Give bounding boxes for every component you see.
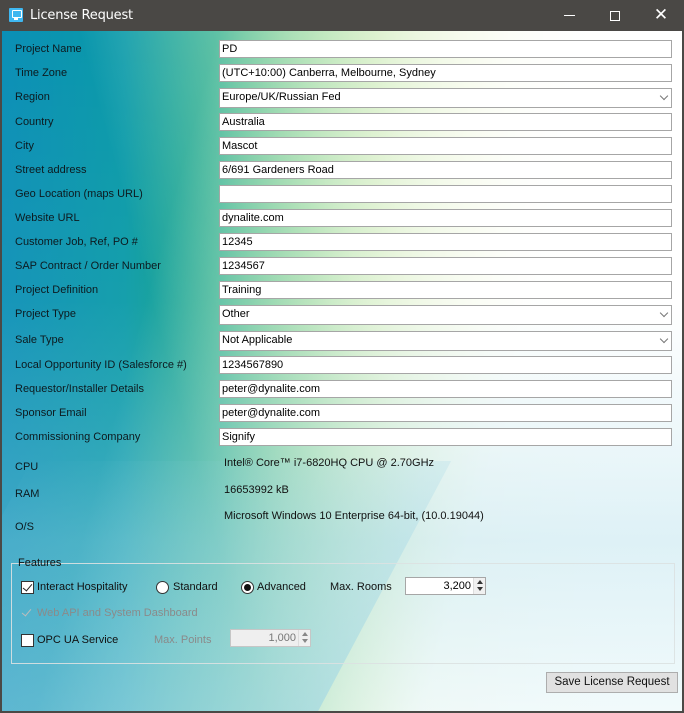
chevron-down-icon[interactable] <box>659 334 669 344</box>
requestor-installer-details-value[interactable]: peter@dynalite.com <box>222 383 320 395</box>
project-name-value[interactable]: PD <box>222 43 237 55</box>
max-points-spinner: 1,000 <box>230 629 311 647</box>
spin-up-icon[interactable] <box>477 580 483 584</box>
geo-location-maps-url-label: Geo Location (maps URL) <box>15 188 143 200</box>
max-points-spin-buttons <box>298 630 310 646</box>
project-definition-label: Project Definition <box>15 284 99 296</box>
sale-type-value[interactable]: Not Applicable <box>222 334 292 346</box>
max-rooms-label: Max. Rooms <box>330 581 392 593</box>
web-api-checkbox <box>21 607 34 620</box>
region-label: Region <box>15 91 50 103</box>
time-zone-value[interactable]: (UTC+10:00) Canberra, Melbourne, Sydney <box>222 67 436 79</box>
commissioning-company-label: Commissioning Company <box>15 431 141 443</box>
sponsor-email-value[interactable]: peter@dynalite.com <box>222 407 320 419</box>
features-legend: Features <box>18 557 62 569</box>
sale-type-label: Sale Type <box>15 334 64 346</box>
sponsor-email-label: Sponsor Email <box>15 407 87 419</box>
requestor-installer-details-input[interactable]: peter@dynalite.com <box>219 380 672 398</box>
project-type-value[interactable]: Other <box>222 308 250 320</box>
project-type-label: Project Type <box>15 308 76 320</box>
sponsor-email-input[interactable]: peter@dynalite.com <box>219 404 672 422</box>
max-points-label: Max. Points <box>154 634 212 646</box>
max-points-value: 1,000 <box>268 632 296 644</box>
city-label: City <box>15 140 34 152</box>
project-definition-input[interactable]: Training <box>219 281 672 299</box>
advanced-radio[interactable] <box>241 581 254 594</box>
sap-contract-order-number-input[interactable]: 1234567 <box>219 257 672 275</box>
local-opportunity-id-salesforce-input[interactable]: 1234567890 <box>219 356 672 374</box>
os-label: O/S <box>15 521 34 533</box>
website-url-label: Website URL <box>15 212 80 224</box>
close-icon: ✕ <box>653 5 669 25</box>
local-opportunity-id-salesforce-value[interactable]: 1234567890 <box>222 359 283 371</box>
project-definition-value[interactable]: Training <box>222 284 261 296</box>
standard-label[interactable]: Standard <box>173 581 218 593</box>
spin-down-icon <box>302 639 308 643</box>
window-title: License Request <box>30 8 133 23</box>
title-bar: License Request ✕ <box>0 0 684 31</box>
spin-up-icon <box>302 632 308 636</box>
country-value[interactable]: Australia <box>222 116 265 128</box>
street-address-input[interactable]: 6/691 Gardeners Road <box>219 161 672 179</box>
commissioning-company-value[interactable]: Signify <box>222 431 255 443</box>
time-zone-label: Time Zone <box>15 67 68 79</box>
website-url-input[interactable]: dynalite.com <box>219 209 672 227</box>
chevron-down-icon[interactable] <box>659 91 669 101</box>
region-value[interactable]: Europe/UK/Russian Fed <box>222 91 341 103</box>
project-name-label: Project Name <box>15 43 82 55</box>
city-input[interactable]: Mascot <box>219 137 672 155</box>
opc-ua-checkbox[interactable] <box>21 634 34 647</box>
cpu-value: Intel® Core™ i7-6820HQ CPU @ 2.70GHz <box>224 457 435 469</box>
dialog-client-area: Project Name PD Time Zone (UTC+10:00) Canbe… <box>2 31 682 711</box>
cpu-label: CPU <box>15 461 39 473</box>
time-zone-input[interactable]: (UTC+10:00) Canberra, Melbourne, Sydney <box>219 64 672 82</box>
sap-contract-order-number-label: SAP Contract / Order Number <box>15 260 161 272</box>
save-license-request-button[interactable]: Save License Request <box>546 672 678 693</box>
minimize-icon <box>563 15 575 16</box>
web-api-label: Web API and System Dashboard <box>37 607 198 619</box>
country-input[interactable]: Australia <box>219 113 672 131</box>
street-address-label: Street address <box>15 164 87 176</box>
ram-label: RAM <box>15 488 40 500</box>
interact-hospitality-checkbox[interactable] <box>21 581 34 594</box>
region-dropdown[interactable]: Europe/UK/Russian Fed <box>219 88 672 108</box>
ram-value: 16653992 kB <box>224 484 289 496</box>
geo-location-maps-url-input[interactable] <box>219 185 672 203</box>
max-rooms-spinner[interactable]: 3,200 <box>405 577 486 595</box>
requestor-installer-details-label: Requestor/Installer Details <box>15 383 145 395</box>
opc-ua-label[interactable]: OPC UA Service <box>37 634 118 646</box>
project-name-input[interactable]: PD <box>219 40 672 58</box>
chevron-down-icon[interactable] <box>659 308 669 318</box>
max-rooms-value[interactable]: 3,200 <box>443 580 471 592</box>
street-address-value[interactable]: 6/691 Gardeners Road <box>222 164 334 176</box>
commissioning-company-input[interactable]: Signify <box>219 428 672 446</box>
advanced-label[interactable]: Advanced <box>257 581 306 593</box>
maximize-icon <box>610 10 620 21</box>
sap-contract-order-number-value[interactable]: 1234567 <box>222 260 265 272</box>
city-value[interactable]: Mascot <box>222 140 257 152</box>
app-monitor-icon <box>9 8 23 22</box>
sale-type-dropdown[interactable]: Not Applicable <box>219 331 672 351</box>
website-url-value[interactable]: dynalite.com <box>222 212 284 224</box>
standard-radio[interactable] <box>156 581 169 594</box>
minimize-button[interactable] <box>546 0 592 31</box>
spin-down-icon[interactable] <box>477 587 483 591</box>
local-opportunity-id-salesforce-label: Local Opportunity ID (Salesforce #) <box>15 359 187 371</box>
maximize-button[interactable] <box>592 0 638 31</box>
max-rooms-spin-buttons[interactable] <box>473 578 485 594</box>
customer-job-ref-po-input[interactable]: 12345 <box>219 233 672 251</box>
interact-hospitality-label[interactable]: Interact Hospitality <box>37 581 127 593</box>
os-value: Microsoft Windows 10 Enterprise 64-bit, … <box>224 510 484 522</box>
country-label: Country <box>15 116 54 128</box>
customer-job-ref-po-value[interactable]: 12345 <box>222 236 253 248</box>
customer-job-ref-po-label: Customer Job, Ref, PO # <box>15 236 138 248</box>
close-button[interactable]: ✕ <box>638 0 684 31</box>
project-type-dropdown[interactable]: Other <box>219 305 672 325</box>
